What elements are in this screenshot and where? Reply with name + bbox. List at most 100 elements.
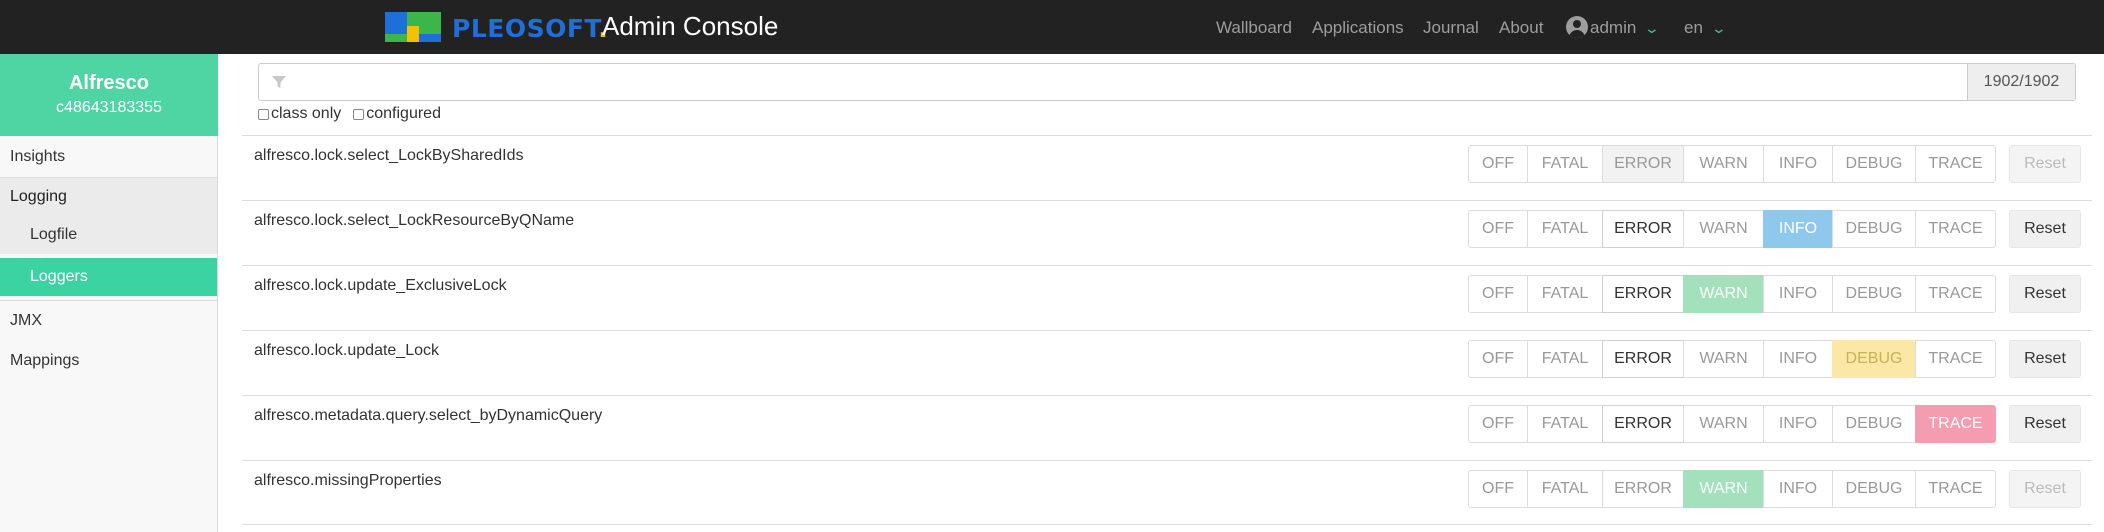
chevron-down-icon: ⌄ bbox=[1710, 19, 1728, 36]
nav-journal[interactable]: Journal bbox=[1423, 18, 1479, 38]
logger-name: alfresco.lock.update_Lock bbox=[254, 342, 439, 359]
level-error-button[interactable]: ERROR bbox=[1602, 470, 1684, 508]
logger-count: 1902/1902 bbox=[1967, 64, 2075, 100]
reset-button[interactable]: Reset bbox=[2009, 470, 2081, 508]
app-id: c48643183355 bbox=[56, 99, 162, 116]
level-warn-button[interactable]: WARN bbox=[1683, 405, 1764, 443]
configured-label: configured bbox=[366, 105, 441, 122]
logger-row: alfresco.metadata.query.select_byDynamic… bbox=[242, 395, 2092, 460]
reset-button[interactable]: Reset bbox=[2009, 405, 2081, 443]
level-warn-button[interactable]: WARN bbox=[1683, 275, 1764, 313]
level-warn-button[interactable]: WARN bbox=[1683, 210, 1764, 248]
app-title[interactable]: Admin Console bbox=[602, 11, 778, 42]
app-header: Alfresco c48643183355 bbox=[0, 54, 218, 136]
nav-applications[interactable]: Applications bbox=[1312, 18, 1404, 38]
language-code: en bbox=[1684, 18, 1703, 37]
level-buttons: OFF FATAL ERROR WARN INFO DEBUG TRACE bbox=[1468, 145, 1996, 183]
sidebar-item-insights[interactable]: Insights bbox=[0, 138, 217, 176]
level-buttons: OFF FATAL ERROR WARN INFO DEBUG TRACE bbox=[1468, 340, 1996, 378]
filter-icon bbox=[272, 76, 286, 88]
level-info-button[interactable]: INFO bbox=[1763, 145, 1833, 183]
sidebar: Alfresco c48643183355 Insights Logging L… bbox=[0, 54, 218, 532]
level-buttons: OFF FATAL ERROR WARN INFO DEBUG TRACE bbox=[1468, 275, 1996, 313]
level-info-button[interactable]: INFO bbox=[1763, 275, 1833, 313]
level-fatal-button[interactable]: FATAL bbox=[1527, 210, 1603, 248]
logger-row: alfresco.lock.update_Lock OFF FATAL ERRO… bbox=[242, 330, 2092, 395]
level-error-button[interactable]: ERROR bbox=[1602, 145, 1684, 183]
reset-button[interactable]: Reset bbox=[2009, 145, 2081, 183]
configured-checkbox[interactable] bbox=[353, 108, 365, 120]
sidebar-item-logfile[interactable]: Logfile bbox=[0, 216, 217, 254]
level-fatal-button[interactable]: FATAL bbox=[1527, 275, 1603, 313]
language-menu[interactable]: en ⌄ bbox=[1684, 18, 1728, 38]
top-navbar: PLEOSOFT. Admin Console Wallboard Applic… bbox=[0, 0, 2104, 54]
level-info-button[interactable]: INFO bbox=[1763, 470, 1833, 508]
level-fatal-button[interactable]: FATAL bbox=[1527, 405, 1603, 443]
brand-name[interactable]: PLEOSOFT. bbox=[452, 14, 608, 43]
class-only-checkbox[interactable] bbox=[258, 108, 269, 120]
level-info-button[interactable]: INFO bbox=[1763, 210, 1833, 248]
logger-name: alfresco.missingProperties bbox=[254, 472, 442, 489]
level-trace-button[interactable]: TRACE bbox=[1915, 210, 1996, 248]
level-warn-button[interactable]: WARN bbox=[1683, 340, 1764, 378]
level-debug-button[interactable]: DEBUG bbox=[1832, 405, 1916, 443]
filter-input[interactable] bbox=[299, 68, 1999, 96]
user-icon bbox=[1566, 16, 1588, 38]
level-debug-button[interactable]: DEBUG bbox=[1832, 340, 1916, 378]
sidebar-item-mappings[interactable]: Mappings bbox=[0, 342, 217, 380]
sidebar-item-jmx[interactable]: JMX bbox=[0, 302, 217, 340]
level-fatal-button[interactable]: FATAL bbox=[1527, 340, 1603, 378]
level-buttons: OFF FATAL ERROR WARN INFO DEBUG TRACE bbox=[1468, 210, 1996, 248]
level-info-button[interactable]: INFO bbox=[1763, 340, 1833, 378]
reset-button[interactable]: Reset bbox=[2009, 210, 2081, 248]
logger-name: alfresco.lock.select_LockResourceByQName bbox=[254, 212, 575, 229]
logger-row: alfresco.lock.update_ExclusiveLock OFF F… bbox=[242, 265, 2092, 330]
level-off-button[interactable]: OFF bbox=[1468, 145, 1528, 183]
level-error-button[interactable]: ERROR bbox=[1602, 210, 1684, 248]
level-debug-button[interactable]: DEBUG bbox=[1832, 470, 1916, 508]
level-warn-button[interactable]: WARN bbox=[1683, 145, 1764, 183]
class-only-label: class only bbox=[271, 105, 342, 122]
level-error-button[interactable]: ERROR bbox=[1602, 275, 1684, 313]
nav-about[interactable]: About bbox=[1499, 18, 1543, 38]
level-off-button[interactable]: OFF bbox=[1468, 275, 1528, 313]
logger-row: alfresco.missingProperties OFF FATAL ERR… bbox=[242, 460, 2092, 525]
level-debug-button[interactable]: DEBUG bbox=[1832, 145, 1916, 183]
level-trace-button[interactable]: TRACE bbox=[1915, 405, 1996, 443]
pleosoft-logo-icon[interactable] bbox=[385, 12, 441, 42]
sidebar-item-logging[interactable]: Logging bbox=[0, 178, 217, 216]
chevron-down-icon: ⌄ bbox=[1643, 19, 1661, 36]
level-off-button[interactable]: OFF bbox=[1468, 210, 1528, 248]
filter-options: class only configured bbox=[258, 105, 441, 123]
level-trace-button[interactable]: TRACE bbox=[1915, 340, 1996, 378]
level-off-button[interactable]: OFF bbox=[1468, 470, 1528, 508]
level-error-button[interactable]: ERROR bbox=[1602, 405, 1684, 443]
user-name: admin bbox=[1590, 18, 1637, 37]
level-trace-button[interactable]: TRACE bbox=[1915, 145, 1996, 183]
level-warn-button[interactable]: WARN bbox=[1683, 470, 1764, 508]
logger-name: alfresco.lock.update_ExclusiveLock bbox=[254, 277, 507, 294]
reset-button[interactable]: Reset bbox=[2009, 340, 2081, 378]
level-fatal-button[interactable]: FATAL bbox=[1527, 145, 1603, 183]
level-fatal-button[interactable]: FATAL bbox=[1527, 470, 1603, 508]
level-debug-button[interactable]: DEBUG bbox=[1832, 210, 1916, 248]
level-buttons: OFF FATAL ERROR WARN INFO DEBUG TRACE bbox=[1468, 405, 1996, 443]
level-buttons: OFF FATAL ERROR WARN INFO DEBUG TRACE bbox=[1468, 470, 1996, 508]
logger-name: alfresco.metadata.query.select_byDynamic… bbox=[254, 407, 603, 424]
level-trace-button[interactable]: TRACE bbox=[1915, 470, 1996, 508]
logger-name: alfresco.lock.select_LockBySharedIds bbox=[254, 147, 524, 164]
level-debug-button[interactable]: DEBUG bbox=[1832, 275, 1916, 313]
sidebar-divider bbox=[0, 300, 217, 301]
level-off-button[interactable]: OFF bbox=[1468, 405, 1528, 443]
level-info-button[interactable]: INFO bbox=[1763, 405, 1833, 443]
level-error-button[interactable]: ERROR bbox=[1602, 340, 1684, 378]
sidebar-item-loggers[interactable]: Loggers bbox=[0, 258, 217, 296]
level-trace-button[interactable]: TRACE bbox=[1915, 275, 1996, 313]
nav-wallboard[interactable]: Wallboard bbox=[1216, 18, 1292, 38]
reset-button[interactable]: Reset bbox=[2009, 275, 2081, 313]
level-off-button[interactable]: OFF bbox=[1468, 340, 1528, 378]
logger-filter: 1902/1902 bbox=[258, 63, 2076, 101]
logger-row: alfresco.lock.select_LockBySharedIds OFF… bbox=[242, 135, 2092, 200]
user-menu[interactable]: admin ⌄ bbox=[1566, 16, 1661, 38]
app-name: Alfresco bbox=[68, 72, 150, 94]
